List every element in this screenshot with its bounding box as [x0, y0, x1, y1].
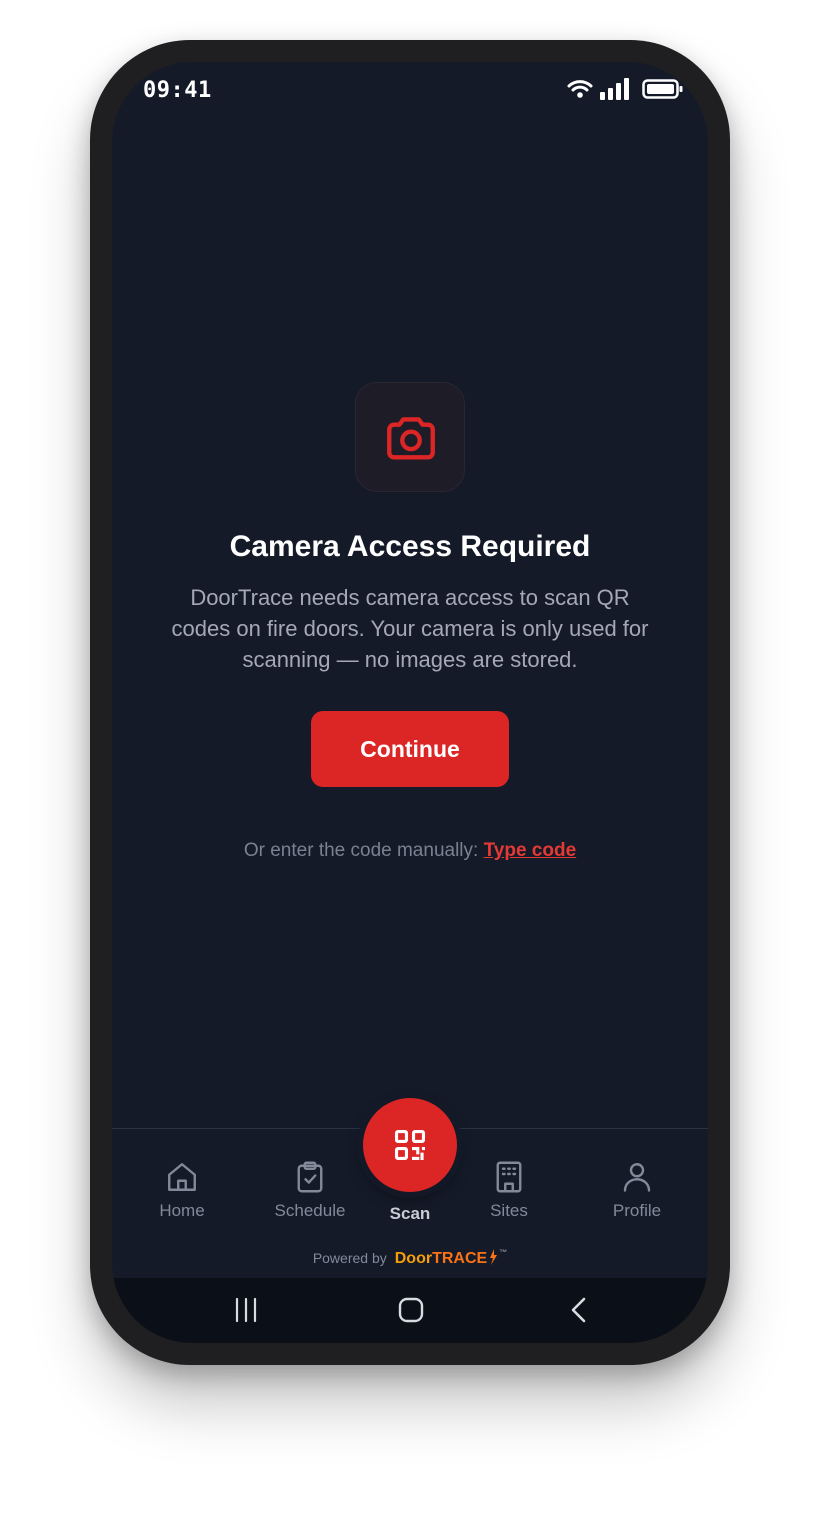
doortrace-logo: DoorTRACE ™ — [394, 1248, 508, 1267]
flame-icon — [490, 1249, 498, 1265]
manual-entry-text: Or enter the code manually: — [243, 840, 479, 861]
building-icon — [496, 1161, 522, 1193]
camera-icon-tile — [355, 382, 465, 492]
app-screen: 09:41 Camera Access Required DoorTrace n… — [112, 62, 708, 1343]
nav-item-sites[interactable]: Sites — [449, 1159, 569, 1221]
camera-icon — [387, 417, 435, 460]
nav-item-profile[interactable]: Profile — [577, 1159, 697, 1221]
permission-description: DoorTrace needs camera access to scan QR… — [171, 585, 649, 672]
powered-by-text: Powered by — [312, 1250, 387, 1266]
back-button[interactable] — [566, 1296, 594, 1324]
scan-button[interactable] — [363, 1098, 457, 1192]
user-icon — [623, 1163, 651, 1192]
battery-icon — [642, 79, 683, 99]
qr-code-icon — [394, 1129, 426, 1161]
powered-by-footer: Powered by DoorTRACE ™ — [112, 1248, 708, 1268]
nav-label-home: Home — [159, 1201, 205, 1220]
phone-frame: 09:41 Camera Access Required DoorTrace n… — [90, 40, 730, 1365]
type-code-link[interactable]: Type code — [484, 840, 577, 861]
system-navigation-bar — [112, 1278, 708, 1343]
manual-entry-row: Or enter the code manually: Type code — [112, 840, 708, 862]
clipboard-check-icon — [297, 1161, 323, 1193]
home-icon — [168, 1163, 196, 1191]
status-bar: 09:41 — [112, 62, 708, 122]
status-icons — [562, 78, 687, 102]
nav-label-profile: Profile — [612, 1201, 662, 1220]
continue-button[interactable]: Continue — [311, 711, 509, 787]
signal-icon — [600, 78, 629, 100]
wifi-icon — [567, 80, 593, 98]
home-button[interactable] — [397, 1296, 425, 1324]
nav-label-sites: Sites — [490, 1201, 528, 1220]
nav-item-home[interactable]: Home — [122, 1159, 242, 1221]
recent-apps-button[interactable] — [232, 1296, 260, 1324]
permission-title: Camera Access Required — [229, 530, 591, 563]
status-time: 09:41 — [143, 78, 212, 103]
